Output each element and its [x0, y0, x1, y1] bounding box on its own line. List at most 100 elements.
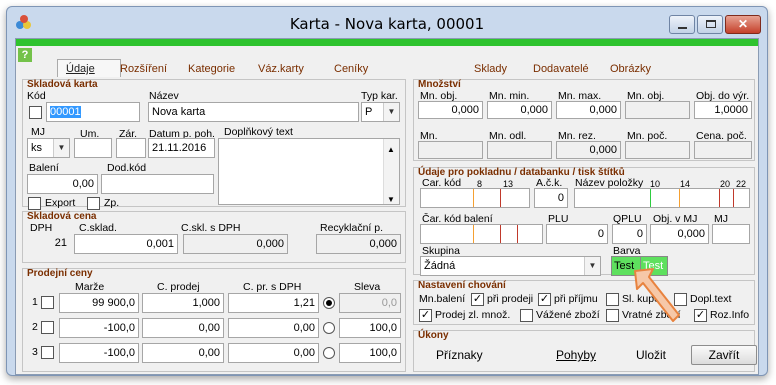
prodejni-ceny-title: Prodejní ceny [27, 268, 93, 279]
mnozstvi-title: Množství [418, 79, 461, 90]
nastaveni-label: Vážené zboží [536, 309, 600, 321]
objmj-input[interactable]: 0,000 [650, 224, 709, 244]
mnozstvi-group: Množství Mn. obj. 0,000 Mn. min. 0,000 Mn.… [413, 79, 755, 161]
nastaveni-checkbox[interactable] [520, 309, 533, 322]
nastaveni-checkbox[interactable]: ✓ [538, 293, 551, 306]
tab-ceniky[interactable]: Ceníky [334, 63, 368, 75]
nastaveni-checkbox[interactable]: ✓ [419, 309, 432, 322]
tab-rozsireni[interactable]: Rozšíření [120, 63, 167, 75]
cprodej-input[interactable]: 0,00 [142, 318, 224, 338]
mnozstvi-field[interactable]: 0,000 [487, 101, 552, 119]
row-checkbox[interactable] [41, 296, 54, 309]
pointer-arrow-icon [634, 268, 680, 322]
um-input[interactable] [74, 138, 112, 158]
cprodej-input[interactable]: 0,00 [142, 343, 224, 363]
tab-kategorie[interactable]: Kategorie [188, 63, 235, 75]
qplu-input[interactable]: 0 [612, 224, 647, 244]
mnozstvi-field[interactable]: 0,000 [418, 101, 483, 119]
cdph-input[interactable]: 0,00 [228, 318, 319, 338]
tab-udaje[interactable]: Údaje [66, 63, 95, 75]
close-button[interactable]: ✕ [725, 15, 761, 34]
mnozstvi-field [694, 141, 752, 159]
scrollbar[interactable]: ▲ ▼ [383, 139, 399, 204]
mn-baleni-label: Mn.balení [419, 293, 466, 305]
datum-input[interactable]: 21.11.2016 [148, 138, 215, 158]
maximize-icon [706, 20, 716, 28]
marze-input[interactable]: -100,0 [59, 343, 139, 363]
dopl-text-area[interactable]: ▲ ▼ [218, 138, 400, 205]
marze-input[interactable]: 99 900,0 [59, 293, 139, 313]
marze-input[interactable]: -100,0 [59, 318, 139, 338]
tab-obrazky[interactable]: Obrázky [610, 63, 651, 75]
window-title: Karta - Nova karta, 00001 [289, 15, 485, 33]
nastaveni-checkbox[interactable]: ✓ [471, 293, 484, 306]
mnozstvi-field[interactable]: 1,0000 [694, 101, 752, 119]
nastaveni-label: při příjmu [554, 293, 598, 305]
carkod-input[interactable] [420, 188, 530, 208]
carkod-baleni-input[interactable] [420, 224, 543, 244]
typ-kar-value: P [365, 106, 373, 118]
kod-checkbox[interactable] [29, 106, 42, 119]
pohyby-button[interactable]: Pohyby [556, 348, 596, 362]
mj-select[interactable]: ks ▼ [27, 138, 70, 158]
nazev-input[interactable]: Nova karta [148, 102, 359, 122]
carkod-tick-8 [473, 189, 474, 207]
plu-input[interactable]: 0 [546, 224, 608, 244]
priznaky-button[interactable]: Příznaky [436, 348, 483, 362]
sleva-radio[interactable] [323, 347, 335, 359]
minimize-button[interactable] [669, 15, 695, 34]
skupina-value: Žádná [424, 260, 456, 272]
dph-value: 21 [27, 234, 70, 254]
dopl-text-label: Doplňkový text [224, 126, 293, 138]
zp-checkbox[interactable] [87, 197, 100, 210]
dodkod-input[interactable] [101, 174, 214, 194]
nazev-label: Název [149, 90, 179, 102]
maximize-button[interactable] [697, 15, 723, 34]
csklad-input[interactable]: 0,001 [74, 234, 178, 254]
row-number: 3 [32, 346, 38, 358]
cdph-header: C. pr. s DPH [243, 281, 302, 293]
cskl-dph-label: C.skl. s DPH [181, 222, 241, 234]
sleva-input[interactable]: 0,0 [339, 293, 401, 313]
skupina-select[interactable]: Žádná ▼ [420, 256, 601, 276]
baleni-input[interactable]: 0,00 [27, 174, 98, 194]
tab-dodavatele[interactable]: Dodavatelé [533, 63, 589, 75]
marze-header: Marže [75, 281, 105, 293]
skladova-cena-group: Skladová cena DPH 21 C.sklad. 0,001 C.sk… [22, 211, 406, 263]
ulozit-button[interactable]: Uložit [636, 348, 666, 362]
tab-vaz-karty[interactable]: Váz.karty [258, 63, 304, 75]
row-checkbox[interactable] [41, 346, 54, 359]
cdph-input[interactable]: 1,21 [228, 293, 319, 313]
sleva-input[interactable]: 100,0 [339, 318, 401, 338]
zavrit-button[interactable]: Zavřít [691, 345, 757, 365]
zar-input[interactable] [116, 138, 146, 158]
export-checkbox[interactable] [28, 197, 41, 210]
cprodej-input[interactable]: 1,000 [142, 293, 224, 313]
mnozstvi-field[interactable]: 0,000 [556, 101, 621, 119]
cdph-input[interactable]: 0,00 [228, 343, 319, 363]
sleva-radio[interactable] [323, 297, 335, 309]
mnozstvi-field [418, 141, 483, 159]
baleni-tick-13 [500, 225, 501, 243]
cprodej-header: C. prodej [157, 281, 200, 293]
nazev-tick-20 [719, 189, 720, 207]
help-icon[interactable]: ? [18, 48, 32, 62]
nastaveni-checkbox[interactable] [606, 293, 619, 306]
nazev-polozky-input[interactable] [574, 188, 750, 208]
chevron-down-icon: ▼ [584, 257, 600, 275]
pokladna-mj-input[interactable] [712, 224, 750, 244]
nazev-tick-14 [679, 189, 680, 207]
nastaveni-checkbox[interactable]: ✓ [694, 309, 707, 322]
sleva-input[interactable]: 100,0 [339, 343, 401, 363]
sleva-radio[interactable] [323, 322, 335, 334]
skladova-cena-title: Skladová cena [27, 211, 97, 222]
tab-sklady[interactable]: Sklady [474, 63, 507, 75]
chevron-up-icon: ▲ [387, 145, 395, 154]
nastaveni-checkbox[interactable] [606, 309, 619, 322]
kod-input[interactable]: 00001 [46, 102, 140, 122]
ack-input[interactable]: 0 [534, 188, 568, 208]
typ-kar-select[interactable]: P ▼ [361, 102, 400, 122]
prodejni-ceny-group: Prodejní ceny Marže C. prodej C. pr. s D… [22, 268, 406, 372]
kod-value: 00001 [50, 106, 81, 118]
row-checkbox[interactable] [41, 321, 54, 334]
